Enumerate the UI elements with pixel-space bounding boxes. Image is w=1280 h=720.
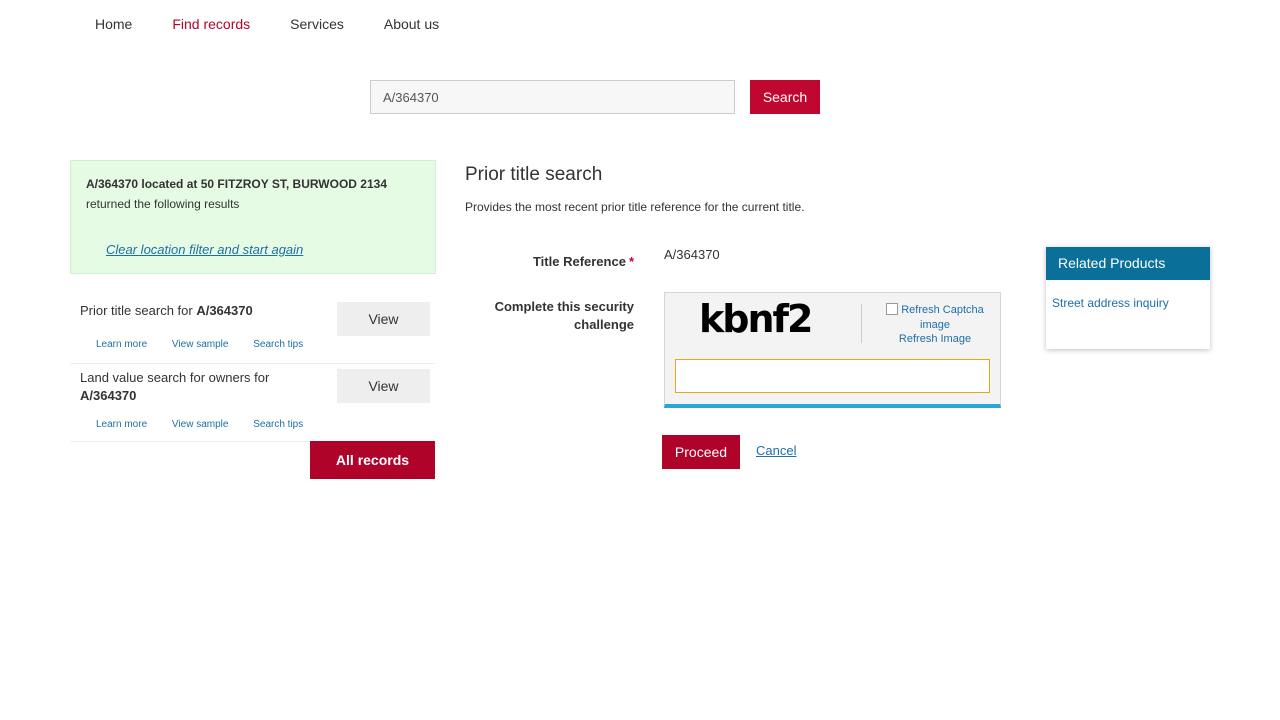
- view-sample-link[interactable]: View sample: [172, 339, 229, 350]
- proceed-button[interactable]: Proceed: [662, 435, 740, 469]
- main-nav: Home Find records Services About us: [75, 0, 459, 48]
- search-button[interactable]: Search: [750, 80, 820, 114]
- clear-location-filter-link[interactable]: Clear location filter and start again: [106, 242, 420, 257]
- result-links: Learn more View sample Search tips: [96, 339, 325, 350]
- learn-more-link[interactable]: Learn more: [96, 419, 147, 430]
- result-links: Learn more View sample Search tips: [96, 419, 325, 430]
- returned-text: returned the following results: [86, 197, 240, 211]
- title-reference-label: Title Reference *: [470, 253, 634, 271]
- nav-services[interactable]: Services: [270, 16, 364, 32]
- captcha-divider: [861, 304, 862, 343]
- nav-home[interactable]: Home: [75, 16, 152, 32]
- view-button[interactable]: View: [337, 369, 430, 403]
- refresh-image-link[interactable]: Refresh Image: [877, 333, 993, 345]
- nav-find-records[interactable]: Find records: [152, 16, 270, 32]
- street-address-inquiry-link[interactable]: Street address inquiry: [1052, 296, 1210, 310]
- title-reference-label-text: Title Reference: [532, 254, 626, 269]
- nav-about-us[interactable]: About us: [364, 16, 459, 32]
- captcha-box: kbnf2 Refresh Captcha image Refresh Imag…: [664, 292, 1001, 408]
- learn-more-link[interactable]: Learn more: [96, 339, 147, 350]
- search-tips-link[interactable]: Search tips: [253, 419, 303, 430]
- result-title-ref: A/364370: [196, 303, 253, 318]
- result-title-prefix: Land value search for owners for: [80, 370, 270, 385]
- refresh-captcha-alt-text: Refresh Captcha image: [901, 304, 984, 331]
- result-item: Land value search for owners for A/36437…: [70, 363, 435, 442]
- result-title-ref: A/364370: [80, 388, 137, 403]
- view-button[interactable]: View: [337, 302, 430, 336]
- search-input[interactable]: [370, 80, 735, 114]
- result-title: Prior title search for A/364370: [80, 302, 253, 320]
- all-records-button[interactable]: All records: [310, 441, 435, 479]
- search-tips-link[interactable]: Search tips: [253, 339, 303, 350]
- result-title-prefix: Prior title search for: [80, 303, 197, 318]
- view-sample-link[interactable]: View sample: [172, 419, 229, 430]
- result-item: Prior title search for A/364370 View Lea…: [70, 293, 435, 364]
- location-summary: A/364370 located at 50 FITZROY ST, BURWO…: [70, 160, 436, 274]
- title-reference-value: A/364370: [664, 247, 720, 262]
- required-marker: *: [628, 254, 634, 269]
- page-description: Provides the most recent prior title ref…: [465, 200, 805, 214]
- security-challenge-label: Complete this security challenge: [494, 299, 634, 332]
- related-products-title: Related Products: [1046, 247, 1210, 280]
- captcha-image: kbnf2: [699, 297, 813, 341]
- cancel-link[interactable]: Cancel: [756, 443, 796, 458]
- page-title: Prior title search: [465, 164, 603, 185]
- captcha-input[interactable]: [675, 359, 990, 393]
- result-title: Land value search for owners for A/36437…: [80, 369, 300, 405]
- refresh-captcha-image[interactable]: Refresh Captcha image: [877, 303, 993, 333]
- broken-image-icon: [886, 303, 899, 315]
- related-products-panel: Related Products Street address inquiry: [1046, 247, 1210, 349]
- location-text: A/364370 located at 50 FITZROY ST, BURWO…: [86, 177, 387, 191]
